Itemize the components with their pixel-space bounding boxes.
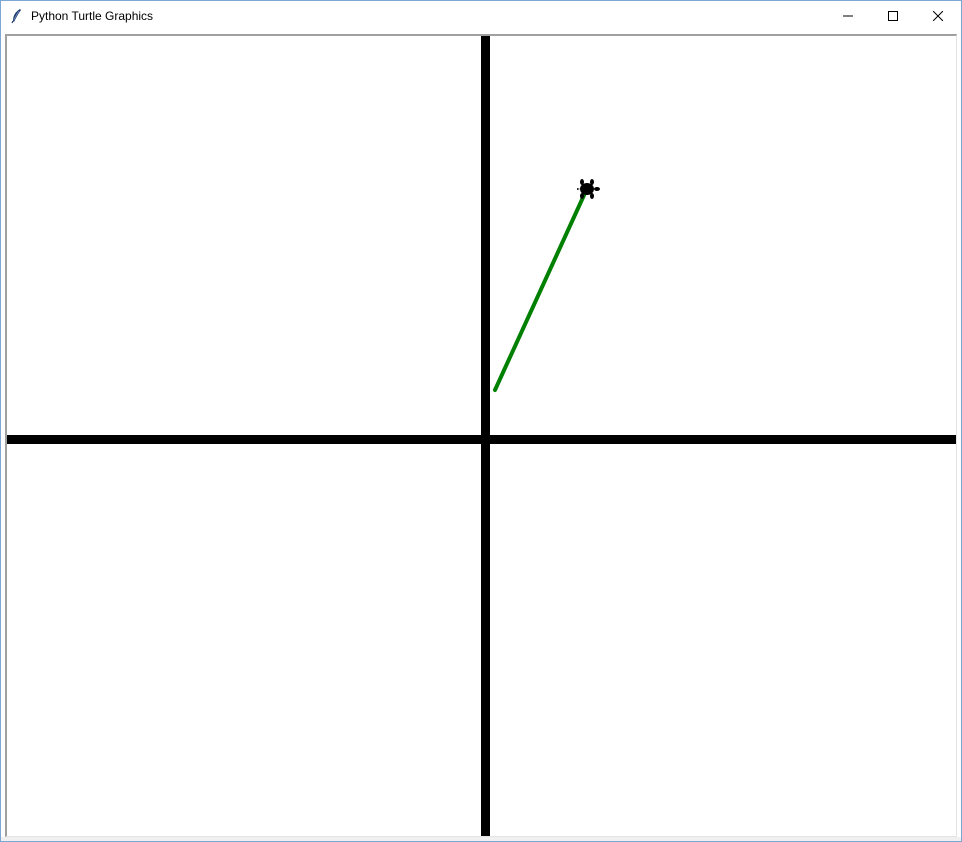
close-icon — [932, 8, 944, 26]
drawing-surface — [7, 36, 956, 836]
turtle-canvas[interactable] — [5, 34, 957, 837]
window-bottom-edge — [1, 837, 961, 841]
x-axis-line — [7, 435, 956, 444]
turtle-window: Python Turtle Graphics — [0, 0, 962, 842]
turtle-path-line — [493, 191, 587, 392]
maximize-button[interactable] — [870, 1, 916, 32]
minimize-icon — [843, 8, 853, 26]
close-button[interactable] — [915, 1, 961, 32]
feather-icon — [9, 8, 25, 24]
minimize-button[interactable] — [825, 1, 871, 32]
turtle-icon — [577, 179, 600, 199]
title-bar[interactable]: Python Turtle Graphics — [1, 1, 961, 32]
window-title: Python Turtle Graphics — [31, 9, 154, 23]
maximize-icon — [888, 8, 898, 26]
